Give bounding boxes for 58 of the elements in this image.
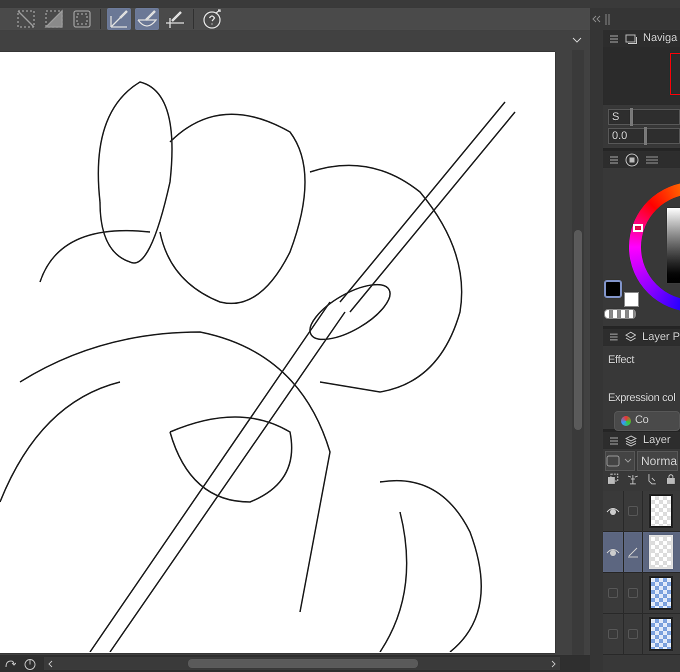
scrollbar-thumb[interactable]: [574, 230, 582, 430]
collapse-icon[interactable]: [592, 15, 601, 23]
layer-row[interactable]: [603, 491, 680, 532]
color-mode-dropdown[interactable]: [605, 451, 635, 471]
layer-property-icon: [624, 331, 636, 344]
fill-selection-icon: [43, 8, 65, 30]
reset-rotation-icon[interactable]: [24, 658, 36, 670]
ruler-pen-icon: [108, 8, 130, 30]
blend-mode-dropdown[interactable]: Norma: [637, 451, 678, 471]
transparent-swatch[interactable]: [604, 309, 636, 319]
tool-button[interactable]: [163, 8, 187, 30]
slider-track[interactable]: S: [608, 109, 680, 125]
grip-icon: [605, 14, 610, 24]
menu-icon[interactable]: [609, 34, 619, 44]
visibility-toggle[interactable]: [608, 588, 618, 598]
snap-ruler-icon: [164, 8, 186, 30]
color-slider-tab-icon[interactable]: [645, 154, 659, 164]
clip-icon[interactable]: [607, 473, 619, 485]
color-wheel-tab-icon[interactable]: [625, 152, 639, 166]
edit-toggle[interactable]: [628, 588, 638, 598]
slider-thumb[interactable]: [644, 127, 647, 145]
menu-icon[interactable]: [609, 332, 619, 342]
view-frame: [670, 53, 680, 95]
tool-button[interactable]: [107, 8, 131, 30]
scrollbar-thumb[interactable]: [188, 659, 418, 668]
color-circles-icon: [621, 416, 631, 426]
pen-icon[interactable]: [627, 546, 639, 558]
layer-row[interactable]: [603, 532, 680, 573]
sub-color-swatch[interactable]: [624, 292, 639, 307]
main-color-swatch[interactable]: [604, 280, 622, 298]
edit-toggle[interactable]: [628, 506, 638, 516]
slider-reading: 0.0: [611, 128, 628, 144]
redo-icon[interactable]: [4, 658, 16, 670]
menu-icon[interactable]: [609, 154, 619, 164]
chevron-down-icon[interactable]: [572, 36, 582, 44]
layer-row[interactable]: [603, 573, 680, 614]
effect-label: Effect: [608, 352, 636, 368]
frame-icon: [71, 8, 93, 30]
layers-icon: [625, 434, 637, 446]
eye-icon[interactable]: [606, 506, 620, 516]
navigator-icon: [625, 34, 637, 44]
color-button[interactable]: Co: [614, 410, 680, 430]
hue-marker[interactable]: [633, 224, 643, 232]
menu-icon[interactable]: [609, 436, 619, 446]
slider-thumb[interactable]: [630, 108, 633, 126]
slider-reading: S: [611, 110, 620, 125]
eye-icon[interactable]: [606, 547, 620, 557]
clear-selection-icon: [15, 8, 37, 30]
edit-toggle[interactable]: [628, 629, 638, 639]
slider-track[interactable]: 0.0: [608, 128, 680, 144]
expression-color-label: Expression col: [608, 391, 676, 406]
layer-row[interactable]: [603, 614, 680, 655]
horizontal-scrollbar[interactable]: [44, 657, 560, 670]
vertical-scrollbar[interactable]: [572, 50, 584, 655]
visibility-toggle[interactable]: [608, 629, 618, 639]
help-icon: [201, 8, 223, 30]
lock-icon[interactable]: [666, 473, 676, 485]
tool-button[interactable]: [135, 8, 159, 30]
